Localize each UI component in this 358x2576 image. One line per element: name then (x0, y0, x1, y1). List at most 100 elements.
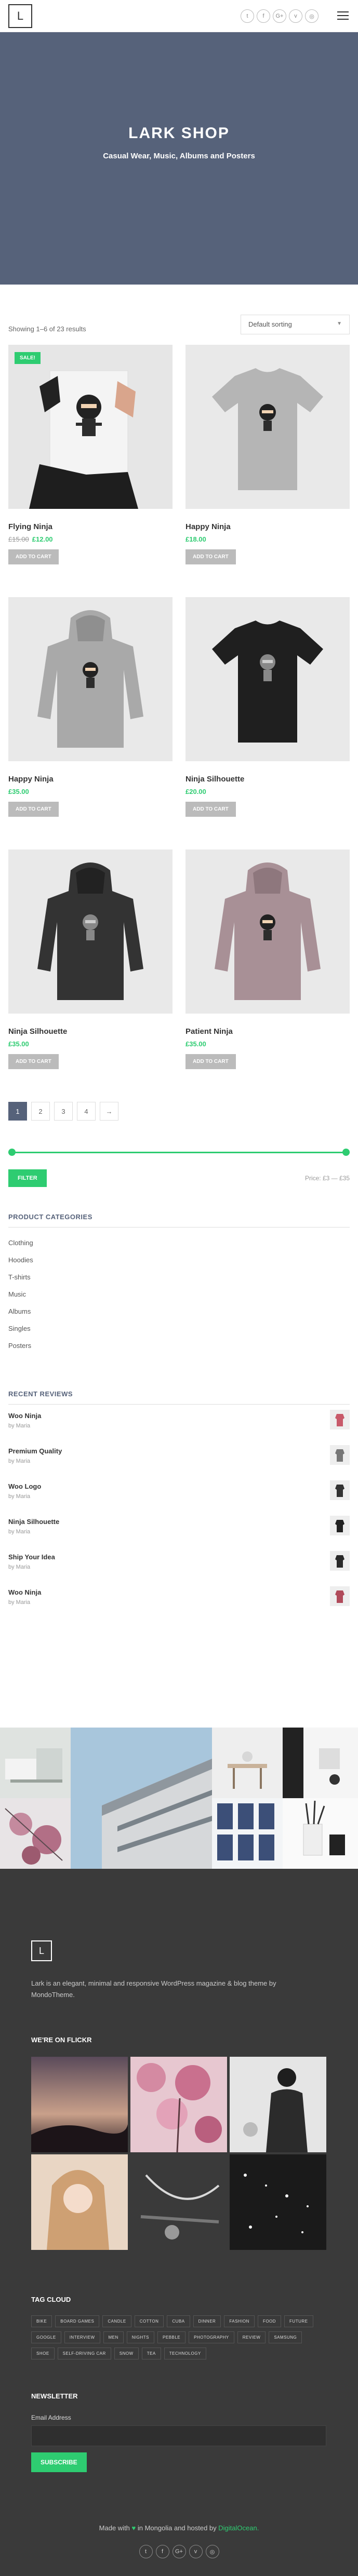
tag-link[interactable]: CANDLE (102, 2315, 131, 2327)
tag-link[interactable]: SNOW (114, 2348, 139, 2359)
next-page-arrow-icon[interactable]: → (100, 1102, 118, 1121)
category-link[interactable]: Posters (8, 1342, 350, 1359)
review-title[interactable]: Woo Logo (8, 1475, 350, 1490)
page-link-1[interactable]: 1 (8, 1102, 27, 1121)
review-item[interactable]: Woo Ninja by Maria (8, 1405, 350, 1440)
add-to-cart-button[interactable]: ADD TO CART (8, 549, 59, 564)
sorting-select[interactable]: Default sorting ▼ (241, 315, 350, 334)
review-title[interactable]: Premium Quality (8, 1440, 350, 1455)
product-image[interactable] (185, 597, 350, 761)
tag-link[interactable]: REVIEW (237, 2331, 266, 2343)
gallery-image[interactable] (212, 1728, 283, 1798)
tag-link[interactable]: DINNER (193, 2315, 221, 2327)
review-thumbnail[interactable] (330, 1516, 350, 1535)
price-slider-max-handle[interactable] (342, 1149, 350, 1156)
gallery-image[interactable] (0, 1798, 71, 1869)
flickr-photo[interactable] (130, 2154, 227, 2250)
subscribe-button[interactable]: SUBSCRIBE (31, 2452, 87, 2472)
flickr-photo[interactable] (130, 2057, 227, 2152)
tag-link[interactable]: FUTURE (284, 2315, 313, 2327)
category-link[interactable]: Singles (8, 1325, 350, 1342)
flickr-photo[interactable] (230, 2057, 326, 2152)
add-to-cart-button[interactable]: ADD TO CART (8, 1054, 59, 1069)
review-thumbnail[interactable] (330, 1410, 350, 1429)
tag-link[interactable]: SAMSUNG (269, 2331, 302, 2343)
tag-link[interactable]: BOARD GAMES (55, 2315, 100, 2327)
google-plus-icon[interactable]: G+ (172, 2545, 186, 2558)
tag-link[interactable]: COTTON (134, 2315, 164, 2327)
category-link[interactable]: Music (8, 1290, 350, 1307)
flickr-photo[interactable] (230, 2154, 326, 2250)
dribbble-icon[interactable]: ◎ (205, 2545, 219, 2558)
tag-link[interactable]: PEBBLE (157, 2331, 186, 2343)
tag-link[interactable]: SHOE (31, 2348, 55, 2359)
email-field[interactable] (31, 2425, 326, 2446)
review-item[interactable]: Premium Quality by Maria (8, 1440, 350, 1475)
review-thumbnail[interactable] (330, 1445, 350, 1465)
price-slider-min-handle[interactable] (8, 1149, 16, 1156)
product-name[interactable]: Happy Ninja (8, 775, 173, 784)
product-name[interactable]: Flying Ninja (8, 522, 173, 531)
page-link-3[interactable]: 3 (54, 1102, 73, 1121)
gallery-image[interactable] (71, 1728, 212, 1869)
host-link[interactable]: DigitalOcean. (218, 2524, 259, 2532)
review-title[interactable]: Woo Ninja (8, 1581, 350, 1596)
gallery-image[interactable] (283, 1798, 358, 1869)
product-name[interactable]: Happy Ninja (185, 522, 350, 531)
product-name[interactable]: Ninja Silhouette (185, 775, 350, 784)
flickr-photo[interactable] (31, 2154, 128, 2250)
dribbble-icon[interactable]: ◎ (305, 9, 319, 23)
gallery-image[interactable] (212, 1798, 283, 1869)
add-to-cart-button[interactable]: ADD TO CART (185, 549, 236, 564)
review-title[interactable]: Woo Ninja (8, 1405, 350, 1420)
review-item[interactable]: Ninja Silhouette by Maria (8, 1510, 350, 1546)
tag-link[interactable]: NIGHTS (126, 2331, 155, 2343)
page-link-4[interactable]: 4 (77, 1102, 96, 1121)
product-image[interactable] (8, 849, 173, 1014)
tag-link[interactable]: PHOTOGRAPHY (189, 2331, 234, 2343)
tag-link[interactable]: GOOGLE (31, 2331, 61, 2343)
tag-link[interactable]: FOOD (257, 2315, 282, 2327)
filter-button[interactable]: FILTER (8, 1169, 47, 1187)
tag-link[interactable]: SELF-DRIVING CAR (57, 2348, 111, 2359)
review-thumbnail[interactable] (330, 1551, 350, 1571)
tag-link[interactable]: INTERVIEW (64, 2331, 100, 2343)
product-name[interactable]: Ninja Silhouette (8, 1027, 173, 1036)
product-name[interactable]: Patient Ninja (185, 1027, 350, 1036)
facebook-icon[interactable]: f (155, 2545, 169, 2558)
facebook-icon[interactable]: f (257, 9, 270, 23)
review-thumbnail[interactable] (330, 1480, 350, 1500)
category-link[interactable]: Clothing (8, 1239, 350, 1256)
tag-link[interactable]: TEA (141, 2348, 161, 2359)
tag-link[interactable]: TECHNOLOGY (164, 2348, 206, 2359)
google-plus-icon[interactable]: G+ (273, 9, 286, 23)
review-title[interactable]: Ninja Silhouette (8, 1510, 350, 1526)
footer-logo[interactable]: L (31, 1940, 52, 1961)
hamburger-menu-icon[interactable] (337, 11, 349, 20)
review-item[interactable]: Woo Ninja by Maria (8, 1581, 350, 1616)
site-logo[interactable]: L (8, 4, 32, 28)
review-item[interactable]: Ship Your Idea by Maria (8, 1546, 350, 1581)
category-link[interactable]: Hoodies (8, 1256, 350, 1273)
tag-link[interactable]: FASHION (224, 2315, 255, 2327)
twitter-icon[interactable]: t (241, 9, 254, 23)
product-image[interactable] (185, 345, 350, 509)
review-title[interactable]: Ship Your Idea (8, 1546, 350, 1561)
product-image[interactable] (8, 597, 173, 761)
add-to-cart-button[interactable]: ADD TO CART (8, 802, 59, 817)
tag-link[interactable]: BIKE (31, 2315, 52, 2327)
product-image[interactable] (185, 849, 350, 1014)
gallery-image[interactable] (283, 1728, 358, 1798)
add-to-cart-button[interactable]: ADD TO CART (185, 802, 236, 817)
vimeo-icon[interactable]: v (189, 2545, 203, 2558)
review-item[interactable]: Woo Logo by Maria (8, 1475, 350, 1510)
category-link[interactable]: Albums (8, 1307, 350, 1325)
tag-link[interactable]: CUBA (167, 2315, 190, 2327)
category-link[interactable]: T-shirts (8, 1273, 350, 1290)
product-image[interactable]: SALE! (8, 345, 173, 509)
review-thumbnail[interactable] (330, 1586, 350, 1606)
twitter-icon[interactable]: t (139, 2545, 153, 2558)
flickr-photo[interactable] (31, 2057, 128, 2152)
page-link-2[interactable]: 2 (31, 1102, 50, 1121)
gallery-image[interactable] (0, 1728, 71, 1798)
